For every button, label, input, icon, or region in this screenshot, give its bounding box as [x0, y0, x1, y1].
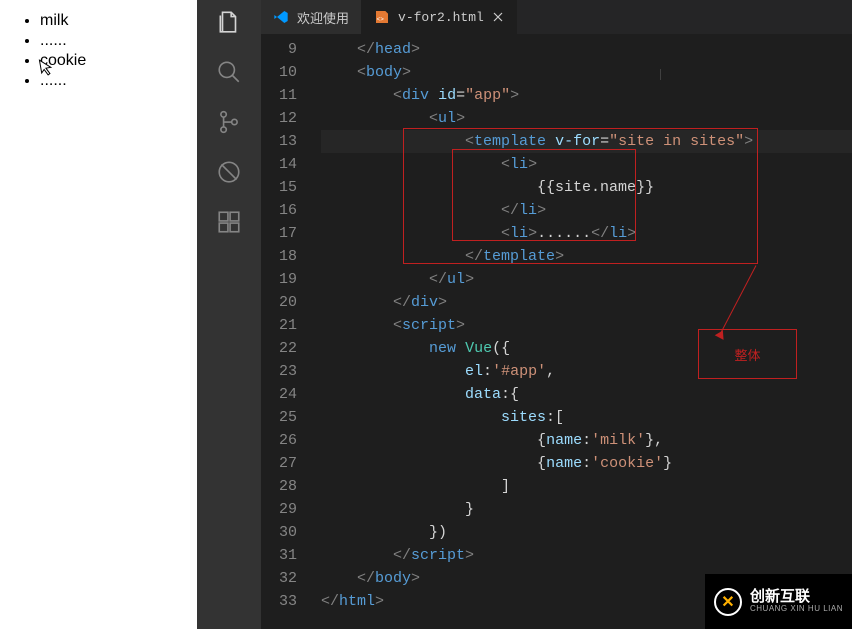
code-line[interactable]: </template> [321, 245, 852, 268]
line-number: 15 [261, 176, 297, 199]
tab-label: 欢迎使用 [297, 8, 349, 27]
code-line[interactable]: <li>......</li> [321, 222, 852, 245]
line-number: 16 [261, 199, 297, 222]
code-line[interactable]: </div> [321, 291, 852, 314]
html-icon: <> [374, 9, 390, 25]
line-number: 12 [261, 107, 297, 130]
line-number: 14 [261, 153, 297, 176]
code-line[interactable]: {name:'milk'}, [321, 429, 852, 452]
activity-bar [197, 0, 261, 629]
tab[interactable]: <> v-for2.html [362, 0, 517, 34]
line-number: 9 [261, 38, 297, 61]
line-number: 10 [261, 61, 297, 84]
line-number: 13 [261, 130, 297, 153]
svg-text:<>: <> [377, 16, 385, 23]
code-line[interactable]: {name:'cookie'} [321, 452, 852, 475]
code-line[interactable]: </ul> [321, 268, 852, 291]
line-number: 32 [261, 567, 297, 590]
line-number: 18 [261, 245, 297, 268]
line-gutter: 9101112131415161718192021222324252627282… [261, 34, 315, 629]
code-line[interactable]: </script> [321, 544, 852, 567]
browser-preview: milk...... cookie...... [0, 0, 197, 629]
annotation-label: 整体 [698, 329, 797, 379]
line-number: 28 [261, 475, 297, 498]
line-number: 27 [261, 452, 297, 475]
line-number: 20 [261, 291, 297, 314]
line-number: 29 [261, 498, 297, 521]
line-number: 31 [261, 544, 297, 567]
line-number: 30 [261, 521, 297, 544]
line-number: 23 [261, 360, 297, 383]
logo-mark: ✕ [714, 588, 742, 616]
line-number: 17 [261, 222, 297, 245]
line-number: 33 [261, 590, 297, 613]
line-number: 22 [261, 337, 297, 360]
indent-guide [660, 69, 661, 80]
line-number: 11 [261, 84, 297, 107]
debug-icon[interactable] [215, 158, 243, 186]
list-item: ...... [40, 72, 197, 90]
files-icon[interactable] [215, 8, 243, 36]
search-icon[interactable] [215, 58, 243, 86]
line-number: 24 [261, 383, 297, 406]
code-line[interactable]: <li> [321, 153, 852, 176]
logo-text: 创新互联 [750, 589, 843, 606]
tab-label: v-for2.html [398, 10, 484, 25]
code-line[interactable]: </head> [321, 38, 852, 61]
line-number: 21 [261, 314, 297, 337]
code-line[interactable]: {{site.name}} [321, 176, 852, 199]
list-item: cookie [40, 52, 197, 70]
line-number: 26 [261, 429, 297, 452]
vscode-window: 欢迎使用<>v-for2.html 9101112131415161718192… [197, 0, 852, 629]
code-line[interactable]: <ul> [321, 107, 852, 130]
code-line[interactable]: sites:[ [321, 406, 852, 429]
editor-area: 欢迎使用<>v-for2.html 9101112131415161718192… [261, 0, 852, 629]
watermark-logo: ✕ 创新互联 CHUANG XIN HU LIAN [705, 574, 852, 629]
list-item: milk [40, 12, 197, 30]
vscode-icon [273, 9, 289, 25]
code-line[interactable]: </li> [321, 199, 852, 222]
preview-list: milk...... cookie...... [28, 12, 197, 90]
code-line[interactable]: <div id="app"> [321, 84, 852, 107]
code-line[interactable]: }) [321, 521, 852, 544]
close-icon[interactable] [492, 11, 504, 23]
line-number: 19 [261, 268, 297, 291]
line-number: 25 [261, 406, 297, 429]
extensions-icon[interactable] [215, 208, 243, 236]
tab-bar: 欢迎使用 <> v-for2.html [261, 0, 852, 34]
code-line[interactable]: data:{ [321, 383, 852, 406]
list-item: ...... [40, 32, 197, 50]
code-line[interactable]: ] [321, 475, 852, 498]
tab[interactable]: 欢迎使用 [261, 0, 362, 34]
code-editor[interactable]: 9101112131415161718192021222324252627282… [261, 34, 852, 629]
logo-subtext: CHUANG XIN HU LIAN [750, 605, 843, 614]
git-icon[interactable] [215, 108, 243, 136]
code-line[interactable]: <template v-for="site in sites"> [321, 130, 852, 153]
code-line[interactable]: <body> [321, 61, 852, 84]
code-line[interactable]: } [321, 498, 852, 521]
